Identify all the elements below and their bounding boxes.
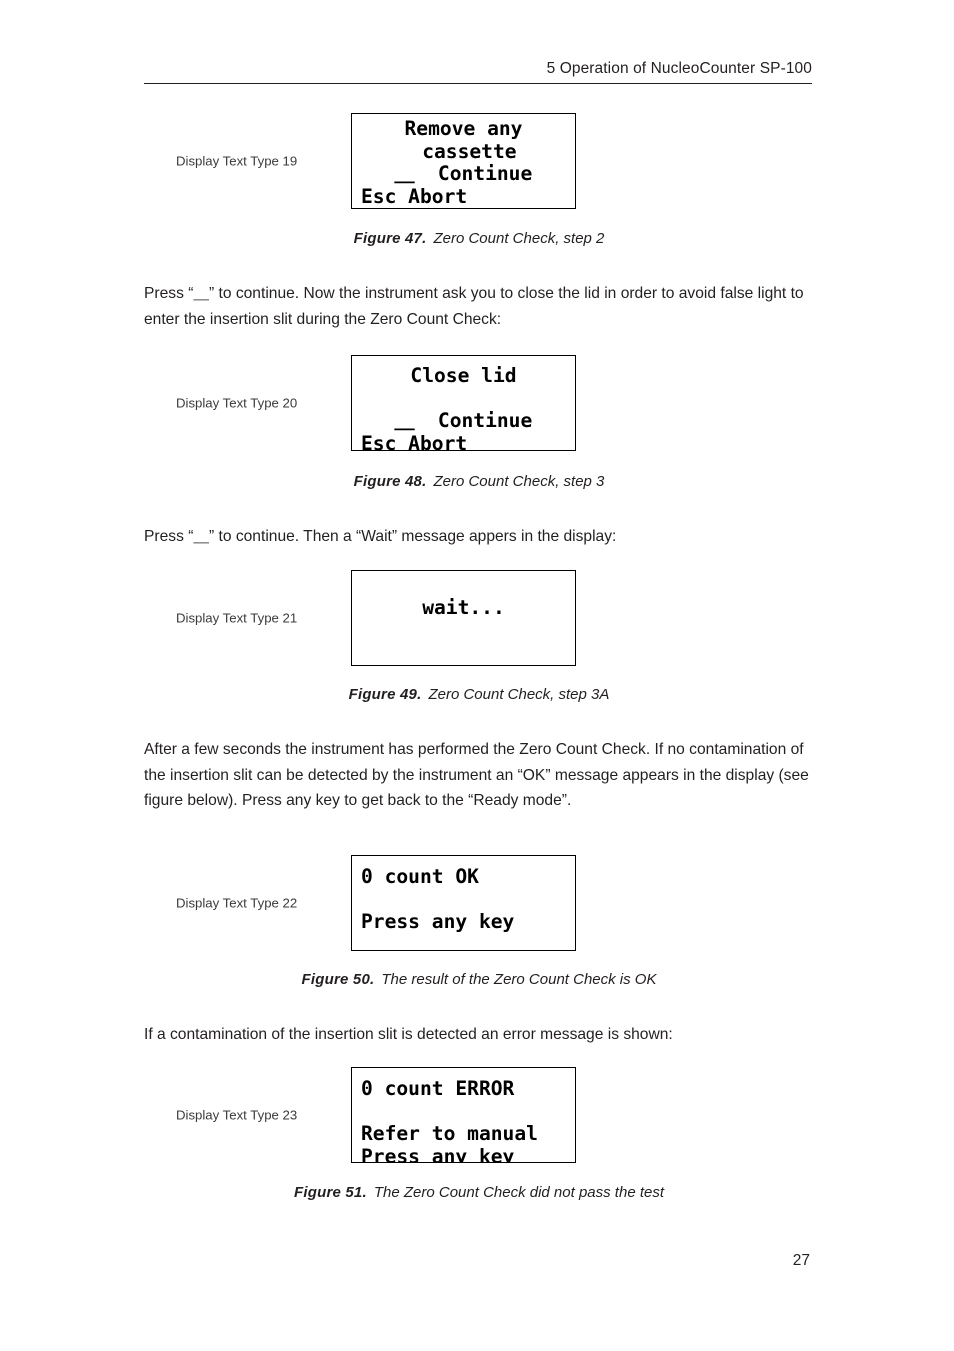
- lcd-display-22: 0 count OK Press any key: [351, 855, 576, 951]
- display-row: Display Text Type 22 0 count OK Press an…: [144, 855, 814, 951]
- paragraph-2: Press “⸏” to continue. Then a “Wait” mes…: [144, 528, 617, 545]
- display-text-type-label: Display Text Type 23: [176, 1107, 298, 1123]
- display-row: Display Text Type 20 Close lid ⸏ Continu…: [144, 355, 814, 451]
- paragraph-3: After a few seconds the instrument has p…: [144, 741, 809, 809]
- caption-label: Figure 49.: [348, 686, 422, 703]
- display-text-type-label: Display Text Type 21: [176, 610, 298, 626]
- caption-label: Figure 50.: [301, 971, 375, 988]
- lcd-line: ⸏ Continue: [394, 409, 533, 432]
- display-row: Display Text Type 19 Remove any cassette…: [144, 113, 814, 209]
- lcd-line: ⸏ Continue: [394, 162, 533, 185]
- figure-caption-47: Figure 47. Zero Count Check, step 2: [144, 230, 814, 247]
- caption-text: Zero Count Check, step 2: [433, 230, 605, 247]
- figure-block-48: Display Text Type 20 Close lid ⸏ Continu…: [144, 355, 814, 451]
- display-text-type-label: Display Text Type 19: [176, 153, 298, 169]
- figure-caption-50: Figure 50. The result of the Zero Count C…: [144, 971, 814, 988]
- lcd-line: Esc Abort: [361, 431, 468, 451]
- paragraph-4: If a contamination of the insertion slit…: [144, 1026, 673, 1043]
- caption-label: Figure 48.: [353, 473, 427, 490]
- figure-block-51: Display Text Type 23 0 count ERROR Refer…: [144, 1067, 814, 1163]
- header-title: 5 Operation of NucleoCounter SP-100: [546, 60, 812, 77]
- caption-text: The Zero Count Check did not pass the te…: [373, 1184, 664, 1201]
- document-page: 5 Operation of NucleoCounter SP-100 Disp…: [0, 0, 954, 1351]
- paragraph-1: Press “⸏” to continue. Now the instrumen…: [144, 285, 804, 328]
- figure-caption-48: Figure 48. Zero Count Check, step 3: [144, 473, 814, 490]
- display-row: Display Text Type 21 wait...: [144, 570, 814, 666]
- figure-block-49: Display Text Type 21 wait...: [144, 570, 814, 666]
- caption-text: The result of the Zero Count Check is OK: [381, 971, 657, 988]
- caption-text: Zero Count Check, step 3: [433, 473, 605, 490]
- lcd-display-23: 0 count ERROR Refer to manual Press any …: [351, 1067, 576, 1163]
- figure-block-47: Display Text Type 19 Remove any cassette…: [144, 113, 814, 209]
- lcd-display-20: Close lid ⸏ Continue Esc Abort: [351, 355, 576, 451]
- lcd-line: 0 count ERROR: [361, 1077, 515, 1100]
- header-divider: [144, 83, 812, 84]
- lcd-line: Refer to manual: [361, 1122, 538, 1145]
- lcd-line: Esc Abort: [361, 184, 468, 208]
- lcd-line: Close lid: [410, 364, 517, 387]
- lcd-line: cassette: [410, 139, 517, 163]
- display-row: Display Text Type 23 0 count ERROR Refer…: [144, 1067, 814, 1163]
- lcd-line: wait...: [422, 596, 505, 619]
- page-header: 5 Operation of NucleoCounter SP-100: [144, 60, 812, 84]
- page-number: 27: [792, 1252, 810, 1269]
- lcd-display-19: Remove any cassette ⸏ Continue Esc Abort: [351, 113, 576, 209]
- lcd-line: Remove any: [404, 117, 523, 140]
- lcd-line: Press any key: [361, 910, 515, 933]
- caption-label: Figure 51.: [293, 1184, 367, 1201]
- caption-label: Figure 47.: [353, 230, 427, 247]
- display-text-type-label: Display Text Type 22: [176, 895, 298, 911]
- display-text-type-label: Display Text Type 20: [176, 395, 298, 411]
- figure-block-50: Display Text Type 22 0 count OK Press an…: [144, 855, 814, 951]
- lcd-line: Press any key: [361, 1144, 515, 1163]
- lcd-line: 0 count OK: [361, 865, 479, 888]
- lcd-display-21: wait...: [351, 570, 576, 666]
- figure-caption-49: Figure 49. Zero Count Check, step 3A: [144, 686, 814, 703]
- caption-text: Zero Count Check, step 3A: [428, 686, 610, 703]
- figure-caption-51: Figure 51. The Zero Count Check did not p…: [144, 1184, 814, 1201]
